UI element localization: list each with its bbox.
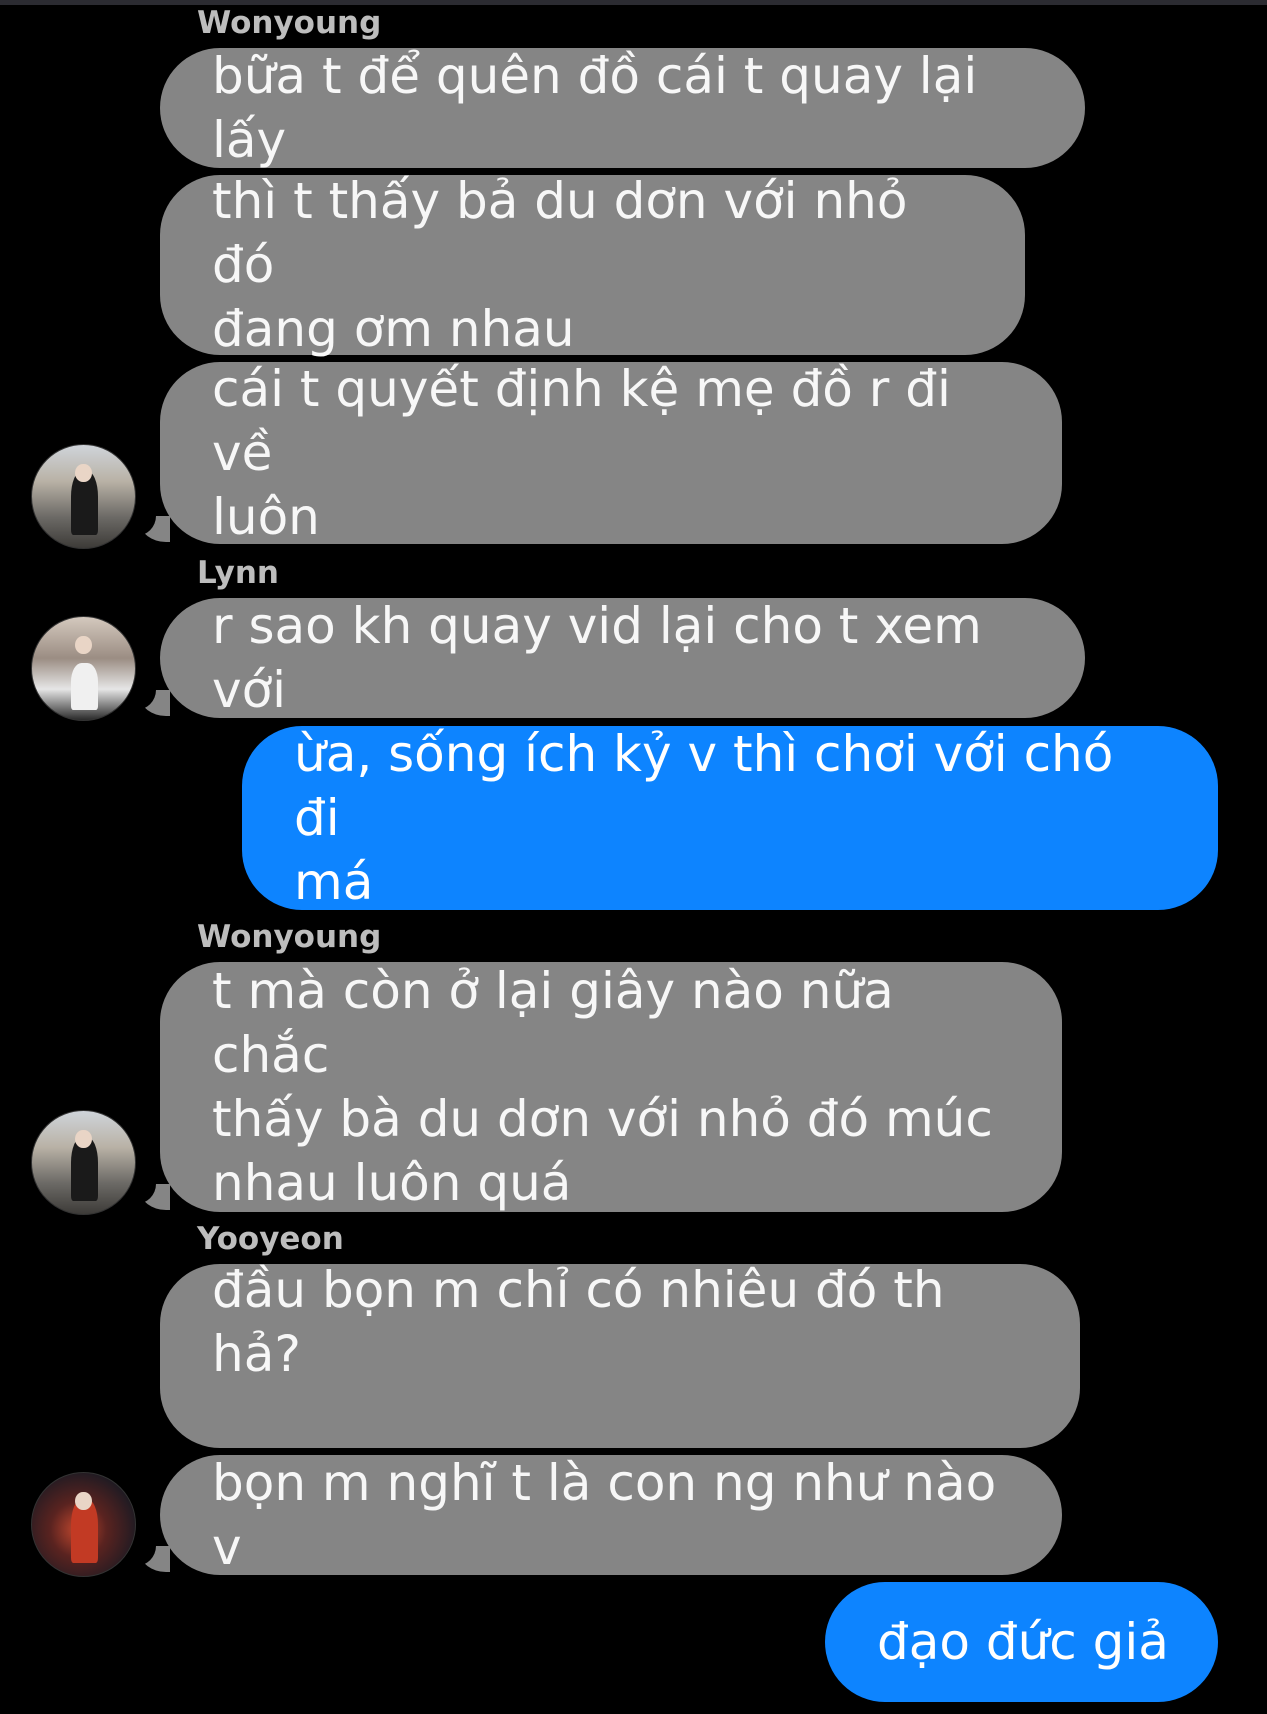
message-bubble[interactable]: bữa t để quên đồ cái t quay lại lấy [160,47,1085,169]
top-bar [0,0,1267,5]
sent-message-bubble[interactable]: ừa, sống ích kỷ v thì chơi với chó đi má [242,725,1218,911]
bubble-tail [126,684,170,716]
avatar-face [75,1491,92,1511]
message-text: bữa t để quên đồ cái t quay lại lấy [212,47,994,169]
message-text: r sao kh quay vid lại cho t xem với [212,597,998,719]
sender-name: Wonyoung [197,5,382,41]
message-text: bọn m nghĩ t là con ng như nào v [212,1454,1013,1576]
message-text: đầu bọn m chỉ có nhiêu đó th hả? [212,1261,961,1384]
message-bubble[interactable]: thì t thấy bả du dơn với nhỏ đó đang ơm … [160,172,1025,358]
message-bubble[interactable]: bọn m nghĩ t là con ng như nào v [160,1454,1062,1576]
message-text: đạo đức giả [877,1613,1169,1671]
message-bubble[interactable]: đầu bọn m chỉ có nhiêu đó th hả? [160,1261,1080,1514]
message-bubble[interactable]: cái t quyết định kệ mẹ đồ r đi về luôn [160,360,1062,546]
sender-name: Wonyoung [197,919,382,955]
avatar-lynn[interactable] [31,616,136,721]
avatar-face [75,463,92,483]
message-text: ừa, sống ích kỷ v thì chơi với chó đi má [294,725,1114,911]
sent-message-bubble[interactable]: đạo đức giả [825,1582,1218,1702]
avatar-wonyoung[interactable] [31,444,136,549]
avatar-face [75,1129,92,1149]
message-text: thì t thấy bả du dơn với nhỏ đó đang ơm … [212,172,908,358]
avatar-yooyeon[interactable] [31,1472,136,1577]
sender-name: Lynn [197,555,279,591]
bubble-tail [126,1178,170,1210]
bubble-tail [126,1540,170,1572]
avatar-figure [71,663,98,710]
avatar-face [75,635,92,655]
bubble-tail [126,510,170,542]
message-text: cái t quyết định kệ mẹ đồ r đi về luôn [212,360,951,546]
avatar-wonyoung[interactable] [31,1110,136,1215]
message-bubble[interactable]: r sao kh quay vid lại cho t xem với [160,597,1085,719]
